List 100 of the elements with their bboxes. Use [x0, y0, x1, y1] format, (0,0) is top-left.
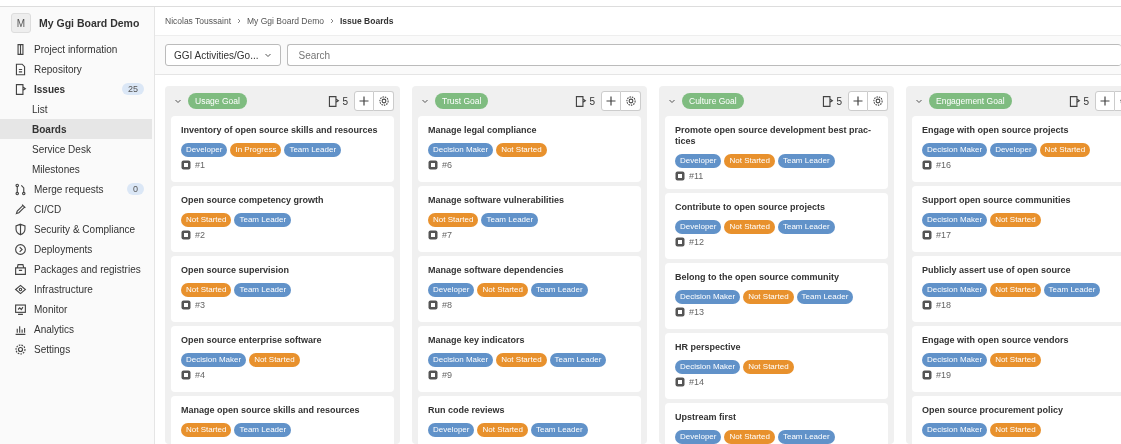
breadcrumb-link[interactable]: Nicolas Toussaint	[165, 16, 231, 26]
issue-title[interactable]: Manage software vulnerabilities	[428, 195, 631, 206]
issue-label: Not Started	[181, 213, 232, 227]
issue-card[interactable]: Open source competency growth Not Started Team Leader #2	[171, 186, 394, 252]
issue-label: Developer	[675, 430, 722, 444]
issue-card[interactable]: Contribute to open source projects Developer Not Started Team Leader #12	[665, 193, 888, 259]
chevron-down-icon[interactable]	[915, 97, 923, 105]
chevron-right-icon	[236, 18, 242, 24]
issue-card[interactable]: Open source supervision Not Started Team Leader #3	[171, 256, 394, 322]
sidebar-item-label: Security & Compliance	[34, 223, 136, 235]
issue-title[interactable]: Open source enterprise software	[181, 335, 384, 346]
issue-card[interactable]: Engage with open source projects Decision Maker Developer Not Started #16	[912, 116, 1121, 182]
list-label: Usage Goal	[188, 93, 247, 109]
issue-title[interactable]: Open source supervision	[181, 265, 384, 276]
sidebar-item-label: Monitor	[34, 303, 68, 315]
issue-card[interactable]: Manage key indicators Decision Maker Not Started Team Leader #9	[418, 326, 641, 392]
list-label: Trust Goal	[435, 93, 489, 109]
search-field[interactable]: Search	[287, 44, 1121, 66]
issue-label: Not Started	[496, 353, 547, 367]
breadcrumb-link[interactable]: My Ggi Board Demo	[247, 16, 324, 26]
issue-number: #6	[442, 159, 452, 171]
add-button[interactable]	[354, 91, 374, 111]
issue-type-icon	[181, 300, 191, 310]
sidebar-item[interactable]: Project information	[0, 39, 154, 59]
chevron-down-icon[interactable]	[421, 97, 429, 105]
issue-title[interactable]: Belong to the open source community	[675, 272, 878, 283]
issue-card[interactable]: HR perspective Decision Maker Not Started #14	[665, 333, 888, 399]
issue-title[interactable]: Engage with open source vendors	[922, 335, 1121, 346]
issue-type-icon	[675, 377, 685, 387]
issue-title[interactable]: Upstream first	[675, 412, 878, 423]
sidebar-item[interactable]: Packages and registries	[0, 259, 154, 279]
chevron-down-icon[interactable]	[174, 97, 182, 105]
sidebar-item[interactable]: CI/CD	[0, 199, 154, 219]
issue-label: Not Started	[743, 290, 794, 304]
issue-title[interactable]: Inventory of open source skills and resources	[181, 125, 384, 136]
shield-icon	[14, 222, 27, 236]
issue-card[interactable]: Manage software dependencies Developer Not Started Team Leader #8	[418, 256, 641, 322]
issue-label: Team Leader	[1043, 283, 1101, 297]
issue-title[interactable]: Support open source communities	[922, 195, 1121, 206]
issue-card[interactable]: Upstream first Developer Not Started Team Leader	[665, 403, 888, 444]
sidebar-item-label: CI/CD	[34, 203, 62, 215]
issue-card[interactable]: Run code reviews Developer Not Started Team Leader	[418, 396, 641, 444]
issue-label: Team Leader	[481, 213, 539, 227]
chevron-down-icon	[264, 51, 273, 59]
issue-title[interactable]: Run code reviews	[428, 405, 631, 416]
issue-card[interactable]: Engage with open source vendors Decision Maker Not Started #19	[912, 326, 1121, 392]
issue-card[interactable]: Belong to the open source community Decision Maker Not Started Team Leader #13	[665, 263, 888, 329]
issue-title[interactable]: Manage key indicators	[428, 335, 631, 346]
issue-number: #1	[195, 159, 205, 171]
issue-label: Not Started	[990, 213, 1041, 227]
sidebar-item[interactable]: Security & Compliance	[0, 219, 154, 239]
breadcrumb-link[interactable]: Issue Boards	[340, 16, 394, 26]
issue-label: Decision Maker	[922, 213, 988, 227]
issue-type-icon	[428, 160, 438, 170]
issue-card[interactable]: Open source enterprise software Decision Maker Not Started #4	[171, 326, 394, 392]
issue-card[interactable]: Manage legal compliance Decision Maker Not Started #6	[418, 116, 641, 182]
issue-card[interactable]: Promote open source development best prac-tices Developer Not Started Team Leader #11	[665, 116, 888, 189]
issue-card[interactable]: Manage open source skills and resources Not Started Team Leader	[171, 396, 394, 444]
sidebar-subitem[interactable]: Boards	[0, 119, 152, 139]
sidebar-item[interactable]: Deployments	[0, 239, 154, 259]
issue-count: 5	[589, 95, 595, 107]
sidebar-item[interactable]: Repository	[0, 59, 154, 79]
add-button[interactable]	[1095, 91, 1115, 111]
sidebar-item[interactable]: Infrastructure	[0, 279, 154, 299]
add-button[interactable]	[848, 91, 868, 111]
issue-card[interactable]: Inventory of open source skills and resources Developer In Progress Team Leader #1	[171, 116, 394, 182]
issue-title[interactable]: Promote open source development best prac-tices	[675, 125, 878, 147]
issue-title[interactable]: Manage legal compliance	[428, 125, 631, 136]
issue-card[interactable]: Open source procurement policy Decision Maker Not Started	[912, 396, 1121, 444]
board-dropdown[interactable]: GGI Activities/Go...	[165, 44, 282, 66]
issue-title[interactable]: Manage open source skills and resources	[181, 405, 384, 416]
issue-title[interactable]: Open source procurement policy	[922, 405, 1121, 416]
sidebar-subitem[interactable]: List	[0, 99, 152, 119]
project-name[interactable]: My Ggi Board Demo	[39, 17, 140, 29]
merge-icon	[14, 182, 27, 196]
issue-title[interactable]: Open source competency growth	[181, 195, 384, 206]
issue-card[interactable]: Manage software vulnerabilities Not Started Team Leader #7	[418, 186, 641, 252]
sidebar-subitem[interactable]: Service Desk	[0, 139, 152, 159]
sidebar-item[interactable]: Settings	[0, 339, 154, 359]
sidebar-item[interactable]: Issues 25	[0, 79, 154, 99]
settings-button[interactable]	[374, 91, 394, 111]
settings-button[interactable]	[621, 91, 641, 111]
settings-button[interactable]	[868, 91, 888, 111]
issue-number: #13	[689, 306, 705, 318]
issue-title[interactable]: Manage software dependencies	[428, 265, 631, 276]
issue-title[interactable]: Publicly assert use of open source	[922, 265, 1121, 276]
issue-card[interactable]: Publicly assert use of open source Decision Maker Not Started Team Leader #18	[912, 256, 1121, 322]
issue-title[interactable]: HR perspective	[675, 342, 878, 353]
sidebar-subitem[interactable]: Milestones	[0, 159, 152, 179]
add-button[interactable]	[601, 91, 621, 111]
issues-icon	[821, 94, 835, 108]
issue-card[interactable]: Support open source communities Decision Maker Not Started #17	[912, 186, 1121, 252]
chevron-down-icon[interactable]	[668, 97, 676, 105]
issue-number: #8	[442, 299, 452, 311]
sidebar-item[interactable]: Analytics	[0, 319, 154, 339]
sidebar-item[interactable]: Merge requests 0	[0, 179, 154, 199]
sidebar-item[interactable]: Monitor	[0, 299, 154, 319]
issue-title[interactable]: Contribute to open source projects	[675, 202, 878, 213]
issue-count: 5	[342, 95, 348, 107]
issue-title[interactable]: Engage with open source projects	[922, 125, 1121, 136]
